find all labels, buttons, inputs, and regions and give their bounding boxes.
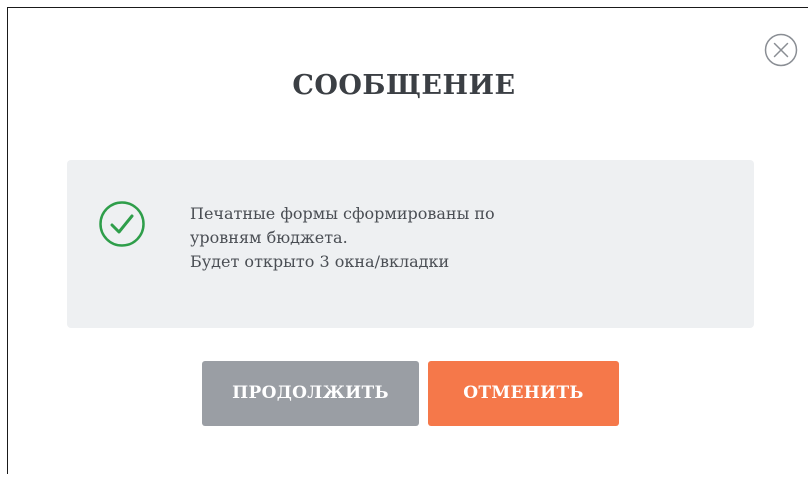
message-line: Будет открыто 3 окна/вкладки [190,252,450,271]
dialog-title: СООБЩЕНИЕ [292,70,516,101]
message-panel: Печатные формы сформированы по уровням б… [67,160,754,328]
message-line: Печатные формы сформированы по [190,204,495,223]
cancel-button[interactable]: ОТМЕНИТЬ [428,361,619,426]
message-line: уровням бюджета. [190,228,348,247]
close-icon[interactable] [764,33,798,67]
message-dialog: СООБЩЕНИЕ Печатные формы сформированы по… [0,0,808,481]
frame-top-border [7,7,808,8]
check-circle-icon [98,200,146,248]
message-text: Печатные формы сформированы по уровням б… [190,202,670,274]
continue-button[interactable]: ПРОДОЛЖИТЬ [202,361,419,426]
